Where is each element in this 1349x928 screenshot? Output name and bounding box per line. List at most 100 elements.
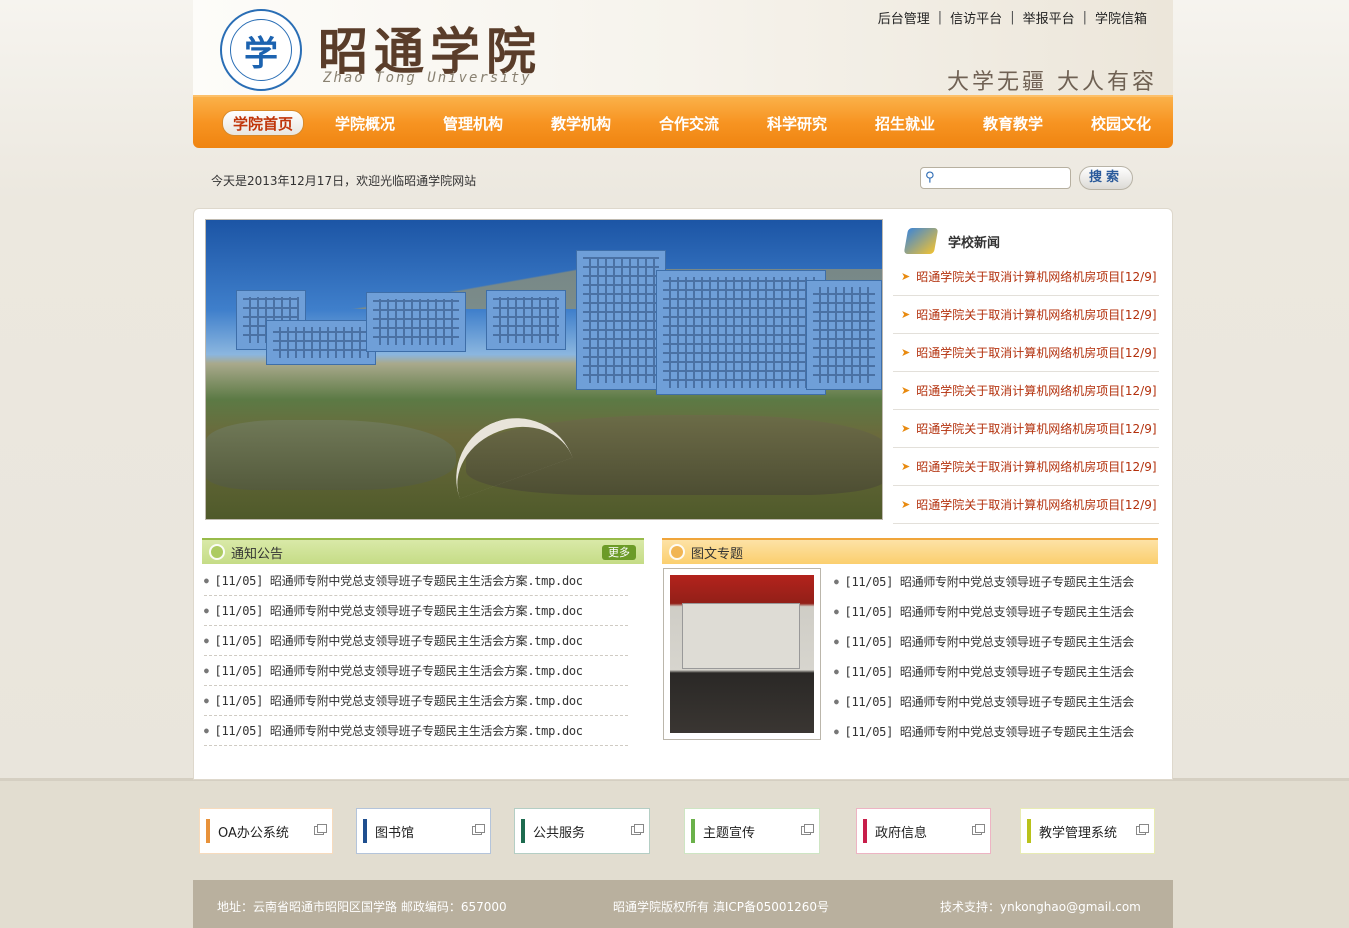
bullet-icon: ● [204, 606, 209, 615]
top-link-admin[interactable]: 后台管理 [870, 8, 938, 27]
logo-seal-mark: 学 [230, 19, 292, 81]
nav-item-overview[interactable]: 学院概况 [335, 113, 395, 135]
quick-link-theme-promotion[interactable]: 主题宣传 [684, 808, 820, 854]
arrow-right-icon: ➤ [901, 308, 911, 321]
notice-item-text: [11/05] 昭通师专附中党总支领导班子专题民主生活会方案.tmp.doc [214, 604, 584, 618]
notice-bullet-icon [209, 544, 225, 560]
banner-building [266, 320, 376, 365]
notice-item-text: [11/05] 昭通师专附中党总支领导班子专题民主生活会方案.tmp.doc [214, 634, 584, 648]
notice-item-text: [11/05] 昭通师专附中党总支领导班子专题民主生活会方案.tmp.doc [214, 694, 584, 708]
news-item-title: 昭通学院关于取消计算机网络机房项目[12/9] [916, 384, 1157, 398]
picture-topic-item[interactable]: ● [11/05] 昭通师专附中党总支领导班子专题民主生活会 [834, 596, 1134, 626]
quick-link-label: 教学管理系统 [1039, 825, 1118, 841]
arrow-right-icon: ➤ [901, 498, 911, 511]
notice-title: 通知公告 [231, 546, 284, 562]
picture-topic-photo[interactable] [663, 568, 821, 740]
notice-item[interactable]: ● [11/05] 昭通师专附中党总支领导班子专题民主生活会方案.tmp.doc [204, 566, 628, 596]
top-link-petition[interactable]: 信访平台 [942, 8, 1010, 27]
bullet-icon: ● [204, 696, 209, 705]
nav-item-education[interactable]: 教育教学 [983, 113, 1043, 135]
banner-building [656, 270, 826, 395]
news-item[interactable]: ➤ 昭通学院关于取消计算机网络机房项目[12/9] [893, 296, 1159, 334]
arrow-right-icon: ➤ [901, 346, 911, 359]
picture-topic-item[interactable]: ● [11/05] 昭通师专附中党总支领导班子专题民主生活会 [834, 716, 1134, 746]
notice-item[interactable]: ● [11/05] 昭通师专附中党总支领导班子专题民主生活会方案.tmp.doc [204, 656, 628, 686]
arrow-right-icon: ➤ [901, 384, 911, 397]
news-item[interactable]: ➤ 昭通学院关于取消计算机网络机房项目[12/9] [893, 410, 1159, 448]
picture-topics-header: 图文专题 [662, 538, 1158, 564]
news-item-title: 昭通学院关于取消计算机网络机房项目[12/9] [916, 460, 1157, 474]
picture-topics-title: 图文专题 [691, 546, 744, 562]
news-item[interactable]: ➤ 昭通学院关于取消计算机网络机房项目[12/9] [893, 448, 1159, 486]
picture-topic-item[interactable]: ● [11/05] 昭通师专附中党总支领导班子专题民主生活会 [834, 626, 1134, 656]
campus-banner-image[interactable] [205, 219, 883, 520]
picture-topic-text: [11/05] 昭通师专附中党总支领导班子专题民主生活会 [844, 574, 1135, 589]
news-item-title: 昭通学院关于取消计算机网络机房项目[12/9] [916, 308, 1157, 322]
notice-item-text: [11/05] 昭通师专附中党总支领导班子专题民主生活会方案.tmp.doc [214, 664, 584, 678]
banner-pond [206, 420, 456, 490]
top-link-mailbox[interactable]: 学院信箱 [1087, 8, 1155, 27]
banner-building [366, 292, 466, 352]
nav-item-teaching-units[interactable]: 教学机构 [551, 113, 611, 135]
quick-link-label: 公共服务 [533, 825, 586, 841]
banner-building [486, 290, 566, 350]
notice-item[interactable]: ● [11/05] 昭通师专附中党总支领导班子专题民主生活会方案.tmp.doc [204, 716, 628, 746]
notice-more-button[interactable]: 更多 [602, 545, 636, 560]
quick-link-teaching-system[interactable]: 教学管理系统 [1020, 808, 1155, 854]
news-item[interactable]: ➤ 昭通学院关于取消计算机网络机房项目[12/9] [893, 258, 1159, 296]
external-window-icon [314, 824, 327, 835]
quick-link-library[interactable]: 图书馆 [356, 808, 491, 854]
nav-item-home[interactable]: 学院首页 [222, 110, 305, 136]
quick-link-accent [206, 819, 210, 843]
slogan: 大学无疆 大人有容 [947, 70, 1157, 95]
bullet-icon: ● [834, 696, 839, 706]
quick-link-gov-info[interactable]: 政府信息 [856, 808, 991, 854]
news-item[interactable]: ➤ 昭通学院关于取消计算机网络机房项目[12/9] [893, 372, 1159, 410]
bullet-icon: ● [204, 576, 209, 585]
news-item[interactable]: ➤ 昭通学院关于取消计算机网络机房项目[12/9] [893, 334, 1159, 372]
school-logo-seal[interactable]: 学 [220, 9, 302, 91]
picture-topic-item[interactable]: ● [11/05] 昭通师专附中党总支领导班子专题民主生活会 [834, 686, 1134, 716]
notice-list: ● [11/05] 昭通师专附中党总支领导班子专题民主生活会方案.tmp.doc … [204, 566, 628, 746]
search-button[interactable]: 搜索 [1079, 166, 1133, 190]
nav-item-research[interactable]: 科学研究 [767, 113, 827, 135]
arrow-right-icon: ➤ [901, 270, 911, 283]
footer-support[interactable]: 技术支持：ynkonghao@gmail.com [940, 898, 1141, 915]
notice-item[interactable]: ● [11/05] 昭通师专附中党总支领导班子专题民主生活会方案.tmp.doc [204, 596, 628, 626]
news-item-title: 昭通学院关于取消计算机网络机房项目[12/9] [916, 498, 1157, 512]
picture-topics-bullet-icon [669, 544, 685, 560]
search-input[interactable] [920, 167, 1071, 189]
top-links: 后台管理 | 信访平台 | 举报平台 | 学院信箱 [870, 8, 1155, 27]
welcome-text: 今天是2013年12月17日，欢迎光临昭通学院网站 [211, 174, 477, 188]
news-icon [903, 228, 939, 254]
picture-topic-text: [11/05] 昭通师专附中党总支领导班子专题民主生活会 [844, 664, 1135, 679]
projector-screen [682, 603, 800, 669]
meeting-room-photo [670, 575, 814, 733]
picture-topic-text: [11/05] 昭通师专附中党总支领导班子专题民主生活会 [844, 724, 1135, 739]
notice-item[interactable]: ● [11/05] 昭通师专附中党总支领导班子专题民主生活会方案.tmp.doc [204, 626, 628, 656]
bullet-icon: ● [834, 666, 839, 676]
picture-topic-item[interactable]: ● [11/05] 昭通师专附中党总支领导班子专题民主生活会 [834, 566, 1134, 596]
quick-link-label: 政府信息 [875, 825, 928, 841]
picture-topic-item[interactable]: ● [11/05] 昭通师专附中党总支领导班子专题民主生活会 [834, 656, 1134, 686]
news-item[interactable]: ➤ 昭通学院关于取消计算机网络机房项目[12/9] [893, 486, 1159, 524]
picture-topic-text: [11/05] 昭通师专附中党总支领导班子专题民主生活会 [844, 604, 1135, 619]
news-item-title: 昭通学院关于取消计算机网络机房项目[12/9] [916, 270, 1157, 284]
picture-topics-list: ● [11/05] 昭通师专附中党总支领导班子专题民主生活会 ● [11/05] 昭… [834, 566, 1134, 746]
news-item-title: 昭通学院关于取消计算机网络机房项目[12/9] [916, 422, 1157, 436]
nav-item-administration[interactable]: 管理机构 [443, 113, 503, 135]
quick-link-accent [1027, 819, 1031, 843]
search-icon: ⚲ [925, 170, 935, 185]
quick-link-oa[interactable]: OA办公系统 [199, 808, 333, 854]
nav-item-campus-culture[interactable]: 校园文化 [1091, 113, 1151, 135]
nav-item-admissions[interactable]: 招生就业 [875, 113, 935, 135]
school-news-list: ➤ 昭通学院关于取消计算机网络机房项目[12/9] ➤ 昭通学院关于取消计算机网络机… [893, 258, 1159, 524]
footer-copyright: 昭通学院版权所有 滇ICP备05001260号 [613, 900, 830, 914]
quick-link-public-service[interactable]: 公共服务 [514, 808, 650, 854]
notice-item[interactable]: ● [11/05] 昭通师专附中党总支领导班子专题民主生活会方案.tmp.doc [204, 686, 628, 716]
nav-item-cooperation[interactable]: 合作交流 [659, 113, 719, 135]
top-link-report[interactable]: 举报平台 [1015, 8, 1083, 27]
site-header: 学 昭通学院 Zhao Tong University 后台管理 | 信访平台 … [193, 0, 1173, 96]
external-window-icon [472, 824, 485, 835]
external-window-icon [1136, 824, 1149, 835]
